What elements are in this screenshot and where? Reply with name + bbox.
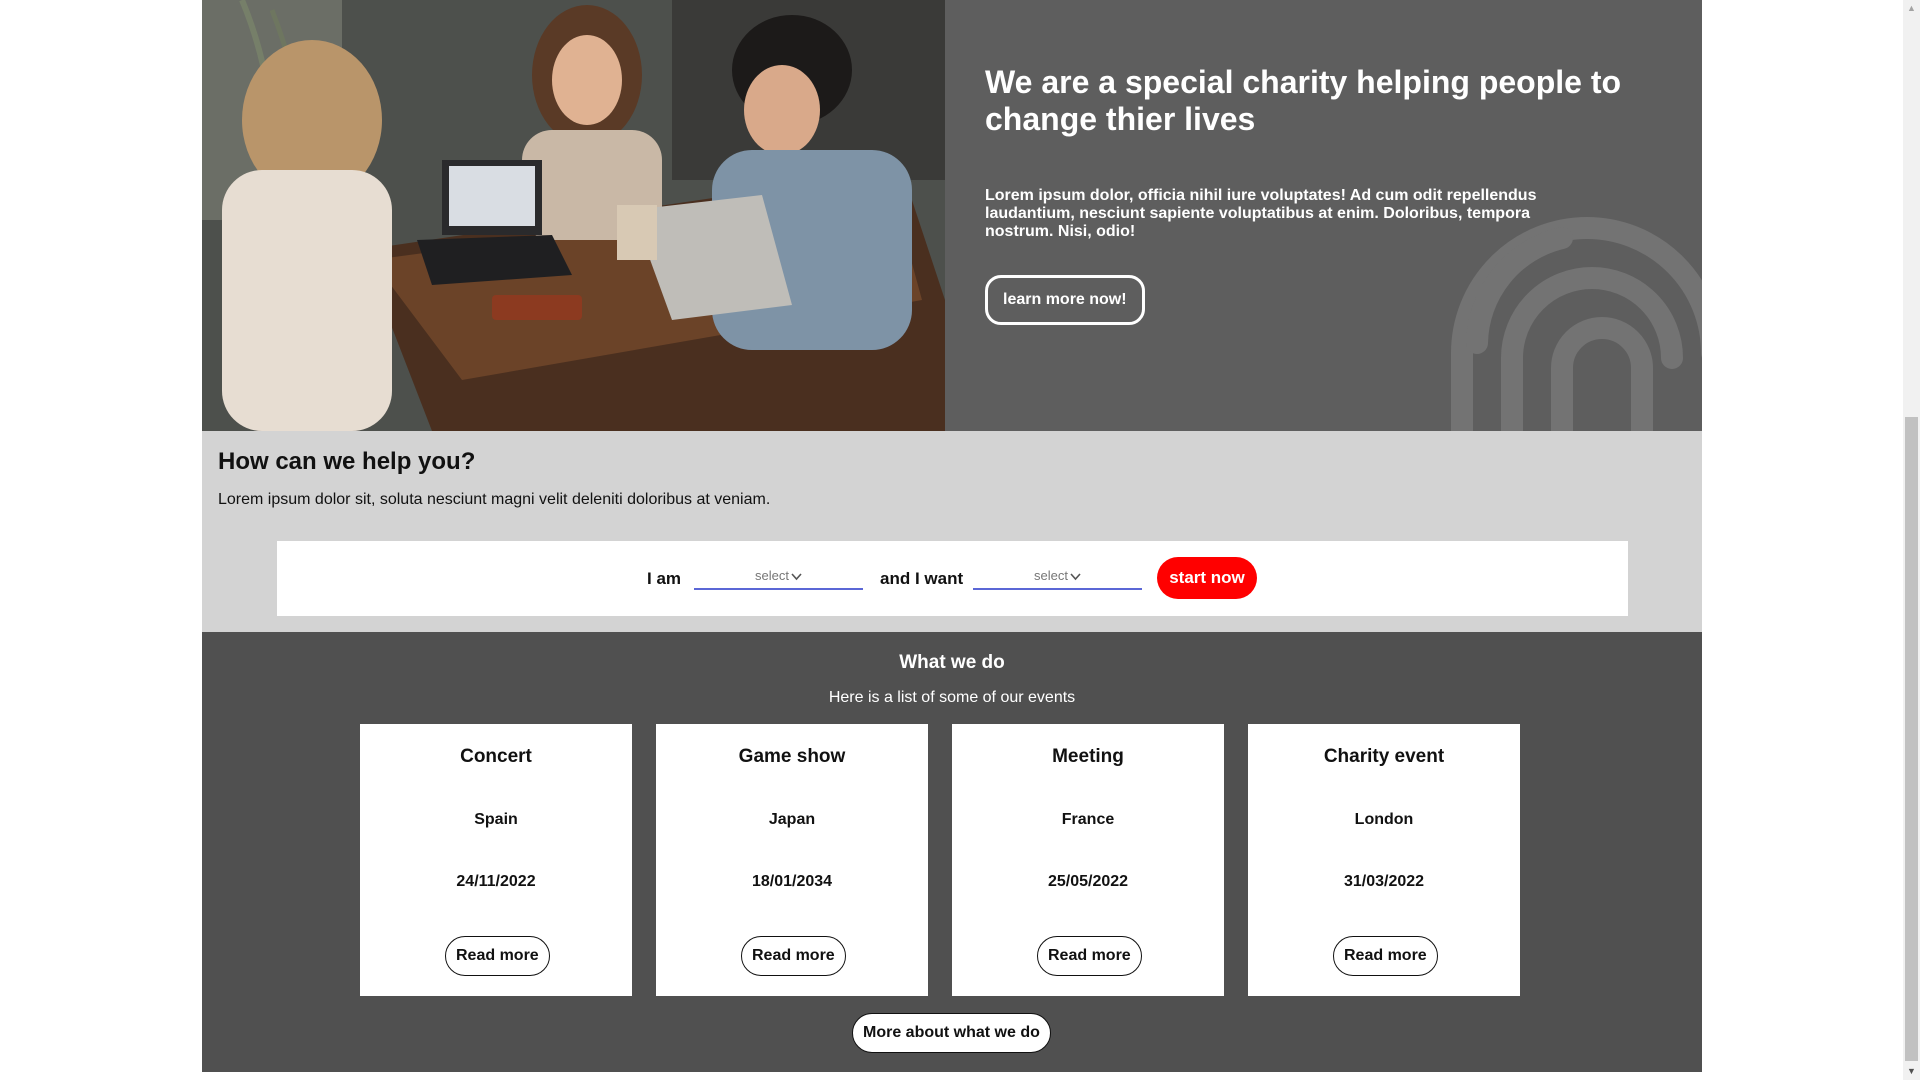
- hero-photo-illustration: [202, 0, 945, 431]
- who-select[interactable]: select: [694, 568, 863, 590]
- read-more-button[interactable]: Read more: [1333, 936, 1438, 976]
- hero-photo: [202, 0, 945, 431]
- event-card: Meeting France 25/05/2022 Read more: [952, 724, 1224, 996]
- event-title: Game show: [738, 746, 846, 767]
- read-more-button[interactable]: Read more: [741, 936, 846, 976]
- scroll-up-arrow-icon[interactable]: ▲: [1903, 0, 1920, 17]
- event-date: 24/11/2022: [456, 873, 536, 890]
- event-location: Spain: [474, 811, 518, 828]
- what-we-do-section: What we do Here is a list of some of our…: [202, 632, 1702, 1072]
- event-location: France: [1061, 811, 1115, 828]
- want-select[interactable]: select: [973, 568, 1142, 590]
- page-scrollbar[interactable]: ▲ ▼: [1903, 0, 1920, 1080]
- help-form: I am select and I want select start now: [277, 541, 1628, 616]
- hero-description: Lorem ipsum dolor, officia nihil iure vo…: [985, 187, 1537, 240]
- event-title: Meeting: [1052, 746, 1124, 767]
- hero-title: We are a special charity helping people …: [985, 64, 1622, 137]
- start-now-button[interactable]: start now: [1157, 557, 1257, 599]
- event-location: Japan: [768, 811, 816, 828]
- read-more-button[interactable]: Read more: [445, 936, 550, 976]
- event-date: 25/05/2022: [1047, 873, 1129, 890]
- learn-more-button[interactable]: learn more now!: [985, 275, 1145, 325]
- event-date: 31/03/2022: [1343, 873, 1425, 890]
- help-section: How can we help you? Lorem ipsum dolor s…: [202, 431, 1702, 632]
- scroll-down-arrow-icon[interactable]: ▼: [1903, 1063, 1920, 1080]
- help-description: Lorem ipsum dolor sit, soluta nesciunt m…: [218, 491, 771, 508]
- who-select-value: select: [755, 568, 789, 583]
- hero-section: We are a special charity helping people …: [202, 0, 1702, 431]
- help-title: How can we help you?: [218, 448, 476, 475]
- event-card: Concert Spain 24/11/2022 Read more: [360, 724, 632, 996]
- event-title: Charity event: [1323, 746, 1445, 767]
- and-i-want-label: and I want: [880, 569, 964, 588]
- event-date: 18/01/2034: [751, 873, 833, 890]
- what-we-do-subtitle: Here is a list of some of our events: [828, 689, 1076, 706]
- chevron-down-icon: [791, 569, 802, 584]
- read-more-button[interactable]: Read more: [1037, 936, 1142, 976]
- want-select-value: select: [1034, 568, 1068, 583]
- page: We are a special charity helping people …: [0, 0, 1920, 1080]
- event-card: Charity event London 31/03/2022 Read mor…: [1248, 724, 1520, 996]
- main-container: We are a special charity helping people …: [202, 0, 1702, 1072]
- event-card: Game show Japan 18/01/2034 Read more: [656, 724, 928, 996]
- chevron-down-icon: [1070, 569, 1081, 584]
- more-about-button[interactable]: More about what we do: [852, 1013, 1051, 1053]
- event-location: London: [1354, 811, 1414, 828]
- scrollbar-thumb[interactable]: [1905, 417, 1918, 1061]
- hero-panel: We are a special charity helping people …: [945, 0, 1702, 431]
- i-am-label: I am: [647, 569, 682, 588]
- what-we-do-title: What we do: [899, 652, 1005, 673]
- event-title: Concert: [460, 746, 532, 767]
